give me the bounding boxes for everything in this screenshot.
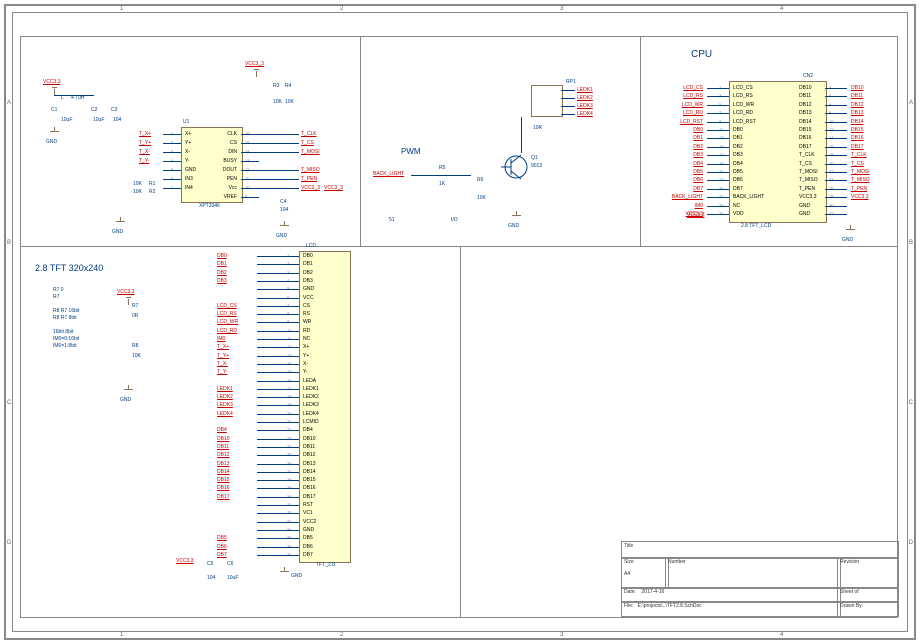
tft-title: 2.8 TFT 320x240: [35, 263, 103, 273]
r4-val: 10K: [285, 99, 294, 105]
r2-ref: R2: [149, 189, 155, 195]
c2-ref: C2: [91, 107, 97, 113]
gnd-u1: [115, 217, 127, 227]
net-vcc-out: VCC3_3: [324, 185, 343, 191]
c3-ref: C3: [111, 107, 117, 113]
c2-val: 10uF: [93, 117, 104, 123]
net-vcc33: VCC3.3: [43, 79, 61, 85]
col-4: 4: [780, 6, 783, 12]
row-dr: D: [909, 540, 913, 546]
tb-drawn: Drawn By:: [837, 601, 899, 617]
rp1: [531, 85, 563, 117]
c5-ref: C5: [207, 561, 213, 567]
q1-val: 9013: [531, 163, 542, 169]
col-1b: 1: [120, 632, 123, 638]
cpu-gnd: [845, 225, 857, 235]
r2-val: 10K: [133, 189, 142, 195]
cn2-part: 2.8 TFT_LCD: [741, 223, 771, 229]
r5-val: 1K: [439, 181, 445, 187]
r8-val: 10K: [132, 353, 141, 359]
vcc33b-symbol: [251, 69, 263, 77]
tb-size: Size A4: [621, 557, 669, 589]
block-empty: Title Size A4 Number Revision Date: 2017…: [460, 246, 898, 618]
u1: [181, 127, 243, 203]
u1-part: XPT2046: [199, 203, 220, 209]
rp1-val: 10R: [533, 125, 542, 131]
cpu-title: CPU: [691, 49, 712, 60]
col-1: 1: [120, 6, 123, 12]
tb-file: File: E:\projects\..\TFT2.8.SchDoc: [621, 601, 841, 617]
r7-ref: R7: [132, 303, 138, 309]
row-d: D: [7, 540, 11, 546]
row-c: C: [7, 400, 11, 406]
vcc-symbol: [49, 87, 61, 95]
c1-val: 10uF: [61, 117, 72, 123]
tb-number: Number: [665, 557, 841, 589]
tb-rev: Revision: [837, 557, 899, 589]
u1-ref: U1: [183, 119, 189, 125]
r3-val: 10K: [273, 99, 282, 105]
cn2-ref: CN2: [803, 73, 813, 79]
pwm-net: BACK_LIGHT: [373, 171, 404, 177]
col-3: 3: [560, 6, 563, 12]
row-cr: C: [909, 400, 913, 406]
row-br: B: [909, 240, 913, 246]
c3-val: 104: [113, 117, 121, 123]
q1-ref: Q1: [531, 155, 538, 161]
c4-ref: C4: [280, 199, 286, 205]
c6-val: 10uF: [227, 575, 238, 581]
block-pwm: PWM BACK_LIGHT R5 1K R6 10K Q1 9013 GND …: [360, 36, 642, 248]
schematic-sheet: 1 2 3 4 1 2 3 4 A B C D A B C D VCC3.3 L…: [0, 0, 920, 644]
c5-val: 104: [207, 575, 215, 581]
c6-ref: C6: [227, 561, 233, 567]
pwm-title: PWM: [401, 147, 421, 156]
lcd-part: TFT_2.8: [316, 562, 335, 568]
tft-gnd2: [279, 567, 291, 577]
gnd-lbl: GND: [46, 139, 57, 145]
net-vcc33b: VCC3_3: [245, 61, 264, 67]
tft-gnd1: [123, 385, 135, 395]
r6-val: 10K: [477, 195, 486, 201]
r3-ref: R3: [273, 83, 279, 89]
tft-note: R7 0 R7 R8 R7 16bit R8 R7 8bit 16bit 8bi…: [53, 287, 79, 350]
r7-val: 0R: [132, 313, 138, 319]
transistor-icon: [501, 147, 531, 187]
pwm-gnd: [511, 211, 523, 221]
r5-ref: R5: [439, 165, 445, 171]
row-ar: A: [909, 100, 913, 106]
lcd-ref: LCD: [306, 243, 316, 249]
r1-ref: R1: [149, 181, 155, 187]
gnd-c4: [279, 221, 291, 231]
r6-ref: R6: [477, 177, 483, 183]
gnd-symbol: [49, 127, 61, 137]
rp1-ref: RP1: [566, 79, 576, 85]
col-4b: 4: [780, 632, 783, 638]
r4-ref: R4: [285, 83, 291, 89]
block-tft: 2.8 TFT 320x240 R7 0 R7 R8 R7 16bit R8 R…: [20, 246, 462, 618]
c1-ref: C1: [51, 107, 57, 113]
block-cpu: CPU CN2 2.8 TFT_LCD LCD_CS 1 LCD_CS DB10…: [640, 36, 898, 248]
col-3b: 3: [560, 632, 563, 638]
row-b: B: [7, 240, 11, 246]
r1-val: 10K: [133, 181, 142, 187]
c4-val: 104: [280, 207, 288, 213]
r8-ref: R8: [132, 343, 138, 349]
row-a: A: [7, 100, 11, 106]
col-2b: 2: [340, 632, 343, 638]
block-touch: VCC3.3 L 4.7uH C1 10uF C2 10uF C3 104 GN…: [20, 36, 362, 248]
col-2: 2: [340, 6, 343, 12]
